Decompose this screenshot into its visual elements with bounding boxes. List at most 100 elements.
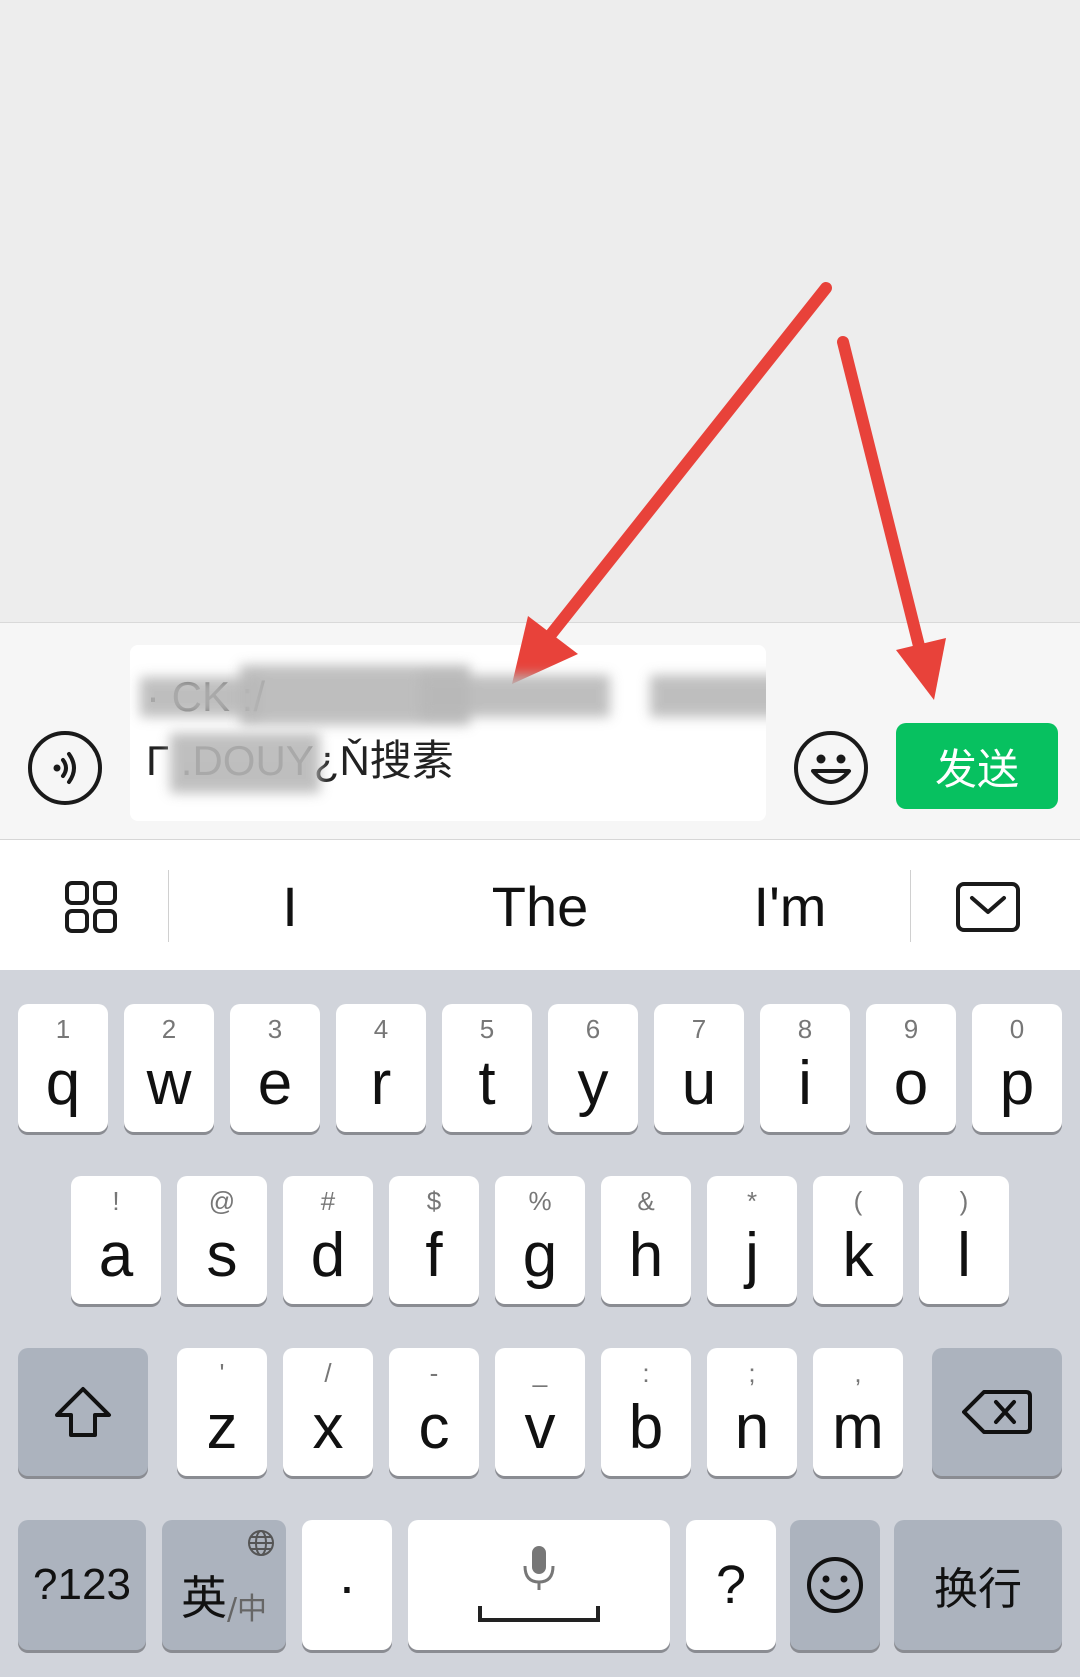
key-s[interactable]: @ s (177, 1176, 267, 1304)
key-label: z (206, 1392, 238, 1462)
key-z[interactable]: ' z (177, 1348, 267, 1476)
key-hint: 6 (585, 1014, 601, 1044)
emoji-key[interactable] (790, 1520, 880, 1650)
redaction-blur (170, 733, 320, 793)
redaction-blur (420, 675, 610, 717)
key-b[interactable]: :b (601, 1348, 691, 1476)
key-p[interactable]: 0p (972, 1004, 1062, 1132)
keyboard: 1q 2w 3e 4r 5t 6y 7u 8i 9o 0p ! a @ s # d $… (0, 970, 1080, 1677)
key-n[interactable]: ; n (707, 1348, 797, 1476)
backspace-icon (962, 1390, 1032, 1434)
numbers-key-label: ?123 (33, 1560, 131, 1609)
key-label: r (370, 1048, 392, 1118)
redaction-blur (650, 675, 766, 717)
key-label: l (957, 1220, 971, 1290)
key-w[interactable]: 2w (124, 1004, 214, 1132)
space-bar-icon (478, 1606, 600, 1622)
key-e[interactable]: 3e (230, 1004, 320, 1132)
key-m[interactable]: ,m (813, 1348, 903, 1476)
key-l[interactable]: ) l (919, 1176, 1009, 1304)
key-label: n (734, 1392, 770, 1462)
key-k[interactable]: (k (813, 1176, 903, 1304)
globe-icon (248, 1530, 274, 1556)
key-hint: 1 (55, 1014, 71, 1044)
key-a[interactable]: ! a (71, 1176, 161, 1304)
key-hint: 8 (797, 1014, 813, 1044)
key-label: b (628, 1392, 664, 1462)
language-key[interactable]: 英 /中 (162, 1520, 286, 1650)
key-label: x (312, 1392, 344, 1462)
key-hint: , (854, 1358, 862, 1388)
key-label: i (798, 1048, 812, 1118)
dot-key[interactable]: · (302, 1520, 392, 1650)
key-f[interactable]: $ f (389, 1176, 479, 1304)
key-label: u (681, 1048, 717, 1118)
dot-key-label: · (337, 1553, 357, 1617)
key-u[interactable]: 7u (654, 1004, 744, 1132)
key-h[interactable]: & h (601, 1176, 691, 1304)
suggestion-divider (168, 870, 169, 942)
suggestion-word[interactable]: I (200, 870, 380, 942)
return-key[interactable]: 换行 (894, 1520, 1062, 1650)
key-label: g (522, 1220, 558, 1290)
suggestion-divider (910, 870, 911, 942)
key-q[interactable]: 1q (18, 1004, 108, 1132)
key-hint: / (324, 1358, 332, 1388)
key-label: a (98, 1220, 134, 1290)
space-key[interactable] (408, 1520, 670, 1650)
key-hint: 2 (161, 1014, 177, 1044)
key-hint: 4 (373, 1014, 389, 1044)
emoji-key-icon (807, 1557, 863, 1613)
emoji-icon (811, 754, 851, 784)
key-o[interactable]: 9o (866, 1004, 956, 1132)
key-r[interactable]: 4r (336, 1004, 426, 1132)
voice-button[interactable] (28, 731, 102, 805)
key-hint: ) (959, 1186, 969, 1216)
key-c[interactable]: -c (389, 1348, 479, 1476)
suggestion-word[interactable]: The (440, 870, 640, 942)
key-hint: - (429, 1358, 439, 1388)
language-key-sub: /中 (226, 1592, 268, 1627)
message-input[interactable]: · CK :/ Γ .DOUY¿Ň搜素 (130, 645, 766, 821)
key-label: o (893, 1048, 929, 1118)
key-g[interactable]: % g (495, 1176, 585, 1304)
backspace-key[interactable] (932, 1348, 1062, 1476)
key-hint: ' (219, 1358, 225, 1388)
key-label: k (842, 1220, 874, 1290)
shift-key[interactable] (18, 1348, 148, 1476)
key-hint: _ (532, 1358, 548, 1388)
question-key[interactable]: ? (686, 1520, 776, 1650)
key-t[interactable]: 5t (442, 1004, 532, 1132)
send-button[interactable]: 发送 (896, 723, 1058, 809)
key-y[interactable]: 6y (548, 1004, 638, 1132)
suggestion-word[interactable]: I'm (690, 870, 890, 942)
key-hint: @ (208, 1186, 236, 1216)
suggestion-bar: I The I'm (0, 840, 1080, 970)
key-label: v (524, 1392, 556, 1462)
key-hint: 7 (691, 1014, 707, 1044)
input-bar: · CK :/ Γ .DOUY¿Ň搜素 发送 (0, 622, 1080, 840)
hide-keyboard-icon[interactable] (956, 882, 1020, 932)
key-hint: 0 (1009, 1014, 1025, 1044)
key-hint: % (528, 1186, 552, 1216)
emoji-button[interactable] (794, 731, 868, 805)
voice-icon (53, 752, 76, 784)
key-label: f (425, 1220, 443, 1290)
key-hint: $ (426, 1186, 442, 1216)
key-hint: 5 (479, 1014, 495, 1044)
key-label: h (628, 1220, 664, 1290)
question-key-label: ? (715, 1555, 747, 1615)
language-key-main: 英 (180, 1571, 227, 1625)
grid-icon[interactable] (64, 880, 118, 934)
key-label: d (310, 1220, 346, 1290)
return-key-label: 换行 (934, 1564, 1022, 1615)
key-x[interactable]: / x (283, 1348, 373, 1476)
key-v[interactable]: _ v (495, 1348, 585, 1476)
key-j[interactable]: * j (707, 1176, 797, 1304)
key-i[interactable]: 8i (760, 1004, 850, 1132)
key-d[interactable]: # d (283, 1176, 373, 1304)
key-hint: 3 (267, 1014, 283, 1044)
numbers-key[interactable]: ?123 (18, 1520, 146, 1650)
key-hint: * (746, 1186, 758, 1216)
key-label: m (832, 1392, 884, 1462)
